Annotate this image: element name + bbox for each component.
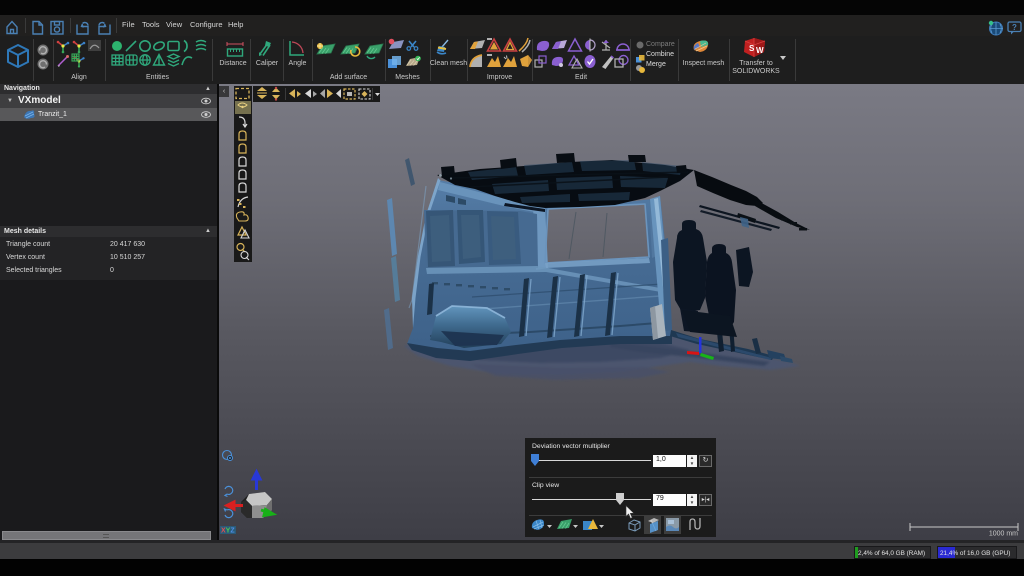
svg-text:1000 mm: 1000 mm (989, 531, 1018, 537)
svg-text:?: ? (1012, 23, 1017, 32)
svg-text:W: W (756, 46, 764, 55)
svg-text:XYZ: XYZ (221, 528, 235, 535)
svg-text:S: S (749, 44, 755, 53)
